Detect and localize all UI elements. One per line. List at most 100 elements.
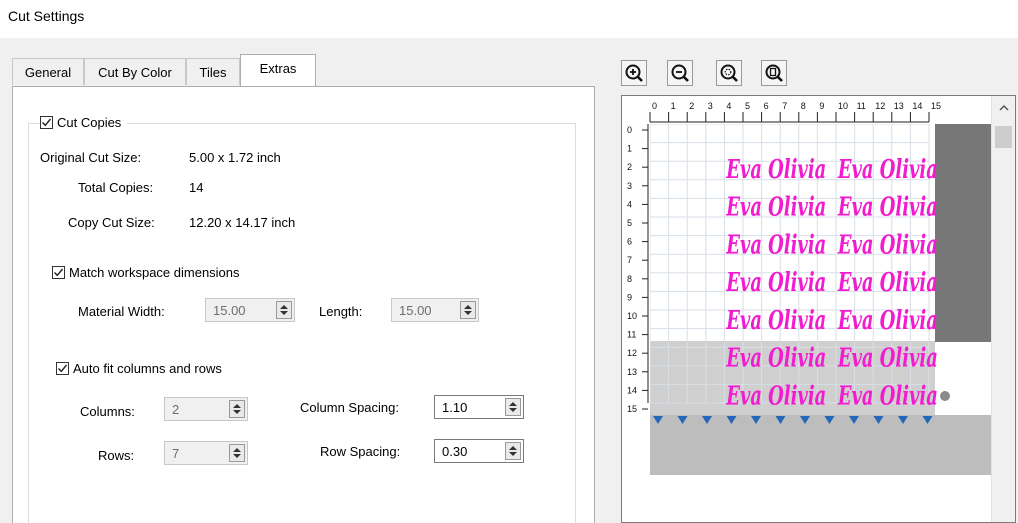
ruler-label: 15 xyxy=(627,404,637,414)
ruler-label: 9 xyxy=(819,101,824,111)
cut-copies-label: Cut Copies xyxy=(57,114,122,130)
ruler-label: 13 xyxy=(627,367,637,377)
ruler-label: 12 xyxy=(875,101,885,111)
design-copy: Eva Olivia xyxy=(726,193,827,223)
design-copy: Eva Olivia xyxy=(837,381,938,411)
design-copy: Eva Olivia xyxy=(837,344,938,374)
ruler-label: 2 xyxy=(627,162,632,172)
ruler-label: 8 xyxy=(801,101,806,111)
ruler-label: 6 xyxy=(764,101,769,111)
design-copy: Eva Olivia xyxy=(837,193,938,223)
ruler-label: 1 xyxy=(671,101,676,111)
original-size-value: 5.00 x 1.72 inch xyxy=(189,150,281,165)
design-copy: Eva Olivia xyxy=(726,344,827,374)
copy-size-label: Copy Cut Size: xyxy=(68,215,155,230)
cut-preview[interactable]: Eva Olivia Eva Olivia Eva Olivia Eva Olivia… xyxy=(621,95,1016,523)
offmat-area xyxy=(935,124,992,342)
checkbox-box[interactable] xyxy=(40,115,53,129)
ruler-label: 3 xyxy=(627,181,632,191)
preview-canvas[interactable]: Eva Olivia Eva Olivia Eva Olivia Eva Olivia… xyxy=(622,96,992,523)
ruler-label: 3 xyxy=(708,101,713,111)
tab-cut-by-color[interactable]: Cut By Color xyxy=(84,58,186,85)
column-spacing-value: 1.10 xyxy=(442,399,468,415)
check-icon xyxy=(42,118,52,126)
preview-scrollbar[interactable] xyxy=(991,96,1015,522)
window-title: Cut Settings xyxy=(8,8,85,24)
zoom-page-icon xyxy=(765,64,783,82)
ruler-label: 11 xyxy=(627,330,636,340)
scroll-up-icon[interactable] xyxy=(992,96,1016,120)
spin-arrows-icon[interactable] xyxy=(276,301,292,319)
original-size-label: Original Cut Size: xyxy=(40,150,142,165)
column-spacing-label: Column Spacing: xyxy=(300,400,399,415)
spin-arrows-icon[interactable] xyxy=(460,301,476,319)
ruler-label: 5 xyxy=(745,101,750,111)
design-copy: Eva Olivia xyxy=(837,155,938,185)
ruler-label: 12 xyxy=(627,348,637,358)
ruler-label: 1 xyxy=(627,144,632,154)
scrollbar-thumb[interactable] xyxy=(995,126,1012,148)
ruler-label: 14 xyxy=(627,385,637,395)
tab-extras[interactable]: Extras xyxy=(240,54,316,86)
material-width-stepper[interactable]: 15.00 xyxy=(205,298,295,322)
design-copy: Eva Olivia xyxy=(837,230,938,260)
zoom-out-icon xyxy=(671,64,689,82)
ruler-label: 4 xyxy=(726,101,731,111)
spin-arrows-icon[interactable] xyxy=(229,444,245,462)
spin-arrows-icon[interactable] xyxy=(505,398,521,416)
length-label: Length: xyxy=(319,304,363,319)
row-spacing-stepper[interactable]: 0.30 xyxy=(434,439,524,463)
spin-arrows-icon[interactable] xyxy=(229,400,245,418)
ruler-label: 5 xyxy=(627,218,632,228)
material-width-label: Material Width: xyxy=(78,304,165,319)
length-stepper[interactable]: 15.00 xyxy=(391,298,479,322)
ruler-label: 2 xyxy=(689,101,694,111)
rows-value: 7 xyxy=(172,445,180,461)
ruler-label: 0 xyxy=(627,125,632,135)
design-copy: Eva Olivia xyxy=(837,306,938,336)
tab-general[interactable]: General xyxy=(12,58,84,85)
mat-bottom-band xyxy=(650,415,992,475)
rows-stepper[interactable]: 7 xyxy=(164,441,248,465)
ruler-label: 10 xyxy=(838,101,848,111)
zoom-out-button[interactable] xyxy=(667,60,693,86)
columns-label: Columns: xyxy=(80,404,135,419)
zoom-in-button[interactable] xyxy=(621,60,647,86)
zoom-in-icon xyxy=(625,64,643,82)
offmat-light xyxy=(935,342,992,426)
ruler-label: 7 xyxy=(627,255,632,265)
ruler-label: 10 xyxy=(627,311,637,321)
design-copy: Eva Olivia xyxy=(726,381,827,411)
design-copy: Eva Olivia xyxy=(726,155,827,185)
design-copy: Eva Olivia xyxy=(837,268,938,298)
tab-tiles[interactable]: Tiles xyxy=(186,58,240,85)
check-icon xyxy=(54,268,64,276)
check-icon xyxy=(58,364,68,372)
checkbox-box[interactable] xyxy=(56,361,69,375)
position-dot-icon xyxy=(940,391,950,401)
total-copies-label: Total Copies: xyxy=(78,180,154,195)
ruler-label: 6 xyxy=(627,237,632,247)
length-value: 15.00 xyxy=(399,302,432,318)
ruler-label: 0 xyxy=(652,101,657,111)
zoom-fit-icon xyxy=(720,64,738,82)
auto-fit-checkbox[interactable]: Auto fit columns and rows xyxy=(56,358,228,378)
zoom-fit-button[interactable] xyxy=(716,60,742,86)
zoom-page-button[interactable] xyxy=(761,60,787,86)
spin-arrows-icon[interactable] xyxy=(505,442,521,460)
ruler-label: 15 xyxy=(931,101,941,111)
ruler-label: 8 xyxy=(627,274,632,284)
checkbox-box[interactable] xyxy=(52,265,65,279)
cut-copies-checkbox[interactable]: Cut Copies xyxy=(40,112,128,132)
design-copy: Eva Olivia xyxy=(726,230,827,260)
match-workspace-checkbox[interactable]: Match workspace dimensions xyxy=(52,262,246,282)
match-workspace-label: Match workspace dimensions xyxy=(69,264,240,280)
columns-stepper[interactable]: 2 xyxy=(164,397,248,421)
rows-label: Rows: xyxy=(98,448,135,463)
ruler-label: 14 xyxy=(912,101,922,111)
ruler-label: 9 xyxy=(627,292,632,302)
material-width-value: 15.00 xyxy=(213,302,246,318)
design-copy: Eva Olivia xyxy=(726,306,827,336)
column-spacing-stepper[interactable]: 1.10 xyxy=(434,395,524,419)
total-copies-value: 14 xyxy=(189,180,204,195)
